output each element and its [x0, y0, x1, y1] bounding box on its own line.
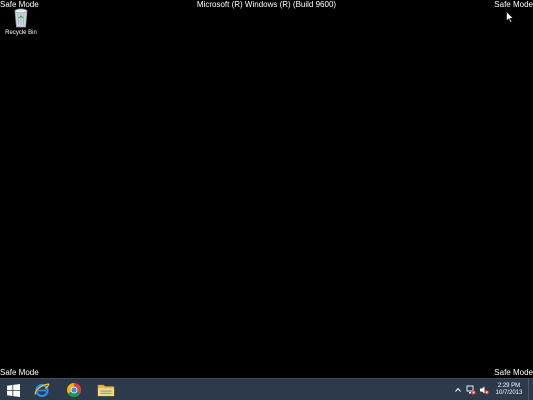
show-hidden-icons-chevron-icon[interactable]: [453, 385, 463, 395]
desktop: Safe Mode Microsoft (R) Windows (R) (Bui…: [0, 0, 533, 400]
chrome-icon: [67, 383, 81, 397]
safe-mode-label-bottom-left: Safe Mode: [0, 368, 39, 377]
show-desktop-button[interactable]: [528, 379, 533, 400]
file-explorer-button[interactable]: [93, 380, 119, 400]
safe-mode-label-top-right: Safe Mode: [494, 0, 533, 9]
network-icon[interactable]: [466, 385, 476, 395]
taskbar-clock[interactable]: 2:29 PM 10/7/2013: [492, 383, 526, 397]
internet-explorer-button[interactable]: [29, 380, 55, 400]
file-explorer-icon: [97, 384, 115, 397]
chrome-button[interactable]: [61, 380, 87, 400]
clock-time: 2:29 PM: [497, 382, 521, 389]
recycle-bin-label: Recycle Bin: [5, 30, 37, 36]
start-button[interactable]: [0, 380, 26, 400]
windows-build-label: Microsoft (R) Windows (R) (Build 9600): [196, 0, 337, 9]
system-tray: 2:29 PM 10/7/2013: [453, 379, 533, 400]
safe-mode-label-bottom-right: Safe Mode: [494, 368, 533, 377]
internet-explorer-icon: [34, 383, 50, 398]
clock-date: 10/7/2013: [495, 389, 523, 396]
windows-logo-icon: [6, 383, 20, 397]
mouse-cursor-icon: [506, 11, 514, 23]
recycle-bin-icon: [14, 8, 28, 28]
taskbar: 2:29 PM 10/7/2013: [0, 378, 533, 400]
volume-muted-icon[interactable]: [479, 385, 489, 395]
recycle-bin-shortcut[interactable]: Recycle Bin: [2, 6, 40, 40]
